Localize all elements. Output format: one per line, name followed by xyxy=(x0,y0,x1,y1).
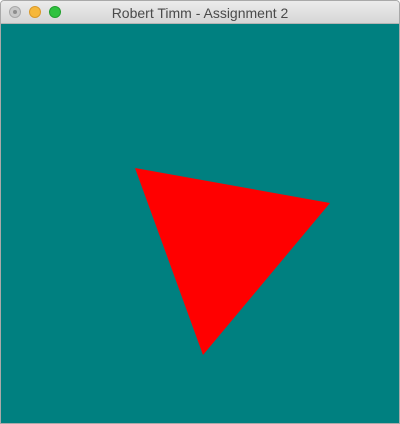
canvas-drawing xyxy=(135,168,330,355)
red-triangle xyxy=(135,168,330,355)
window-title: Robert Timm - Assignment 2 xyxy=(111,5,289,21)
app-window: Robert Timm - Assignment 2 xyxy=(0,0,400,424)
title-bar[interactable]: Robert Timm - Assignment 2 xyxy=(1,1,399,24)
render-canvas[interactable] xyxy=(1,24,399,423)
